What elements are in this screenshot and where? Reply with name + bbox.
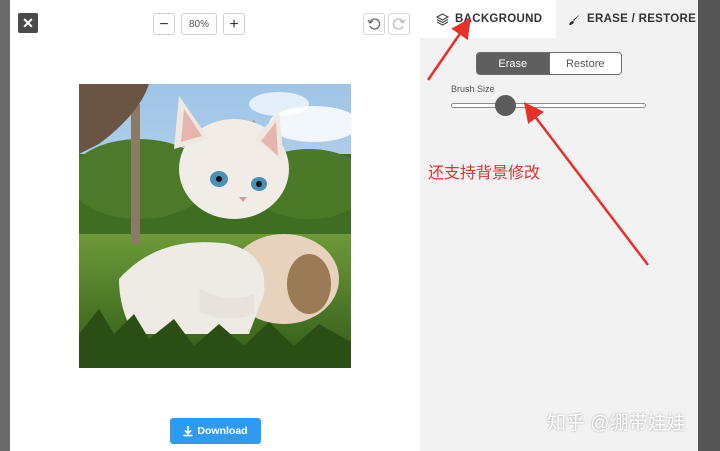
layers-icon bbox=[436, 12, 449, 26]
erase-mode-button[interactable]: Erase bbox=[477, 53, 549, 74]
undo-icon bbox=[367, 18, 381, 30]
close-icon: ✕ bbox=[22, 15, 34, 31]
brush-size-knob[interactable] bbox=[495, 95, 517, 116]
tab-erase-restore[interactable]: ERASE / RESTORE bbox=[556, 0, 698, 38]
restore-mode-button[interactable]: Restore bbox=[548, 53, 621, 74]
close-button[interactable]: ✕ bbox=[18, 13, 38, 33]
annotation-text: 还支持背景修改 bbox=[428, 165, 541, 182]
watermark: 知乎 @绷带娃娃 bbox=[547, 413, 686, 434]
redo-icon bbox=[392, 18, 406, 30]
tab-erase-restore-label: ERASE / RESTORE bbox=[587, 13, 697, 25]
backdrop-right bbox=[698, 0, 720, 451]
cat-photo bbox=[79, 84, 351, 368]
download-label: Download bbox=[197, 425, 248, 437]
zoom-level: 80% bbox=[181, 13, 217, 35]
zoom-in-button[interactable]: + bbox=[223, 13, 245, 35]
tab-background[interactable]: BACKGROUND bbox=[436, 0, 542, 38]
brush-icon bbox=[569, 13, 580, 25]
erase-restore-panel bbox=[420, 38, 698, 451]
zoom-out-button[interactable]: − bbox=[153, 13, 175, 35]
brush-size-label: Brush Size bbox=[451, 84, 495, 94]
brush-size-track[interactable] bbox=[451, 103, 646, 108]
tab-background-label: BACKGROUND bbox=[455, 13, 543, 25]
download-icon bbox=[183, 425, 193, 436]
erase-restore-toggle: Erase Restore bbox=[476, 52, 622, 75]
backdrop-left bbox=[0, 0, 10, 451]
redo-button[interactable] bbox=[388, 13, 410, 35]
download-button[interactable]: Download bbox=[170, 418, 261, 444]
undo-button[interactable] bbox=[363, 13, 385, 35]
